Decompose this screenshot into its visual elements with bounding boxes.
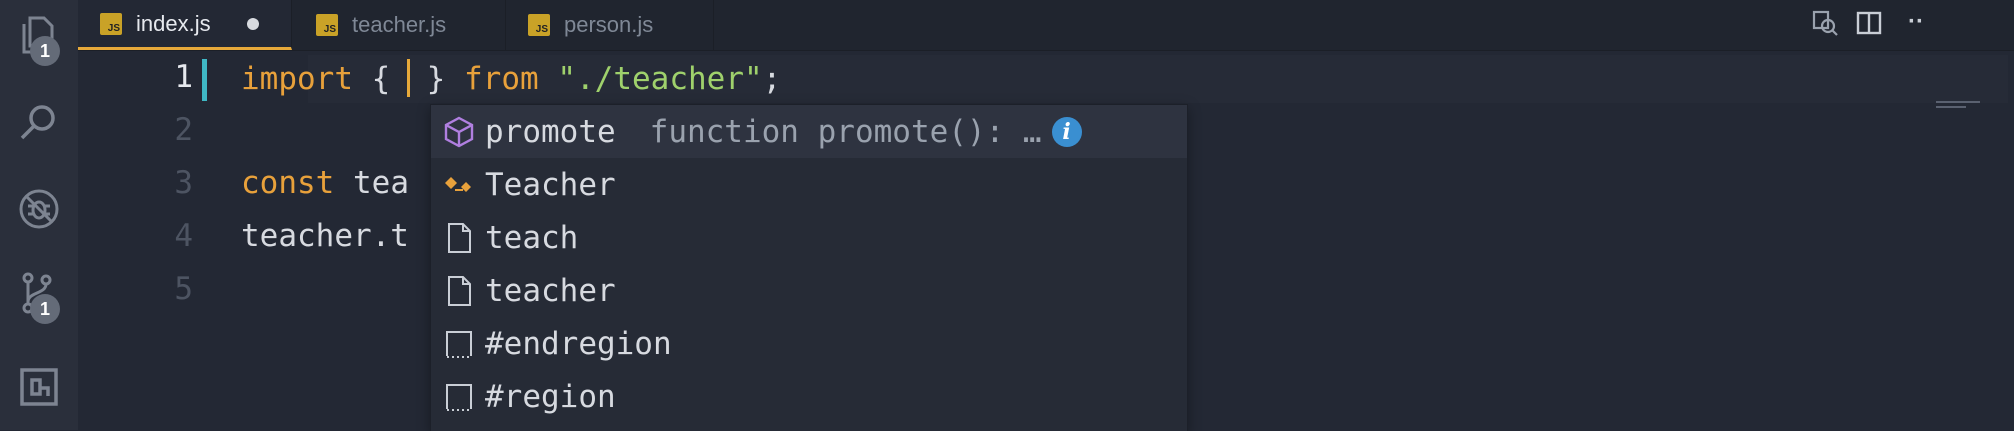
- suggestion-label: promote: [485, 113, 616, 150]
- keyword-import: import: [241, 61, 353, 97]
- snippet-icon: [446, 383, 472, 411]
- code-line-1[interactable]: import { } from "./teacher";: [241, 59, 781, 97]
- code-line-3[interactable]: const tea: [241, 165, 409, 201]
- suggestion-item[interactable]: promote function promote(): … i: [431, 105, 1187, 158]
- open-changes-button[interactable]: [1810, 8, 1840, 38]
- line-number: 2: [174, 112, 193, 148]
- class-icon: [445, 176, 471, 192]
- suggestion-label: #region: [485, 378, 616, 415]
- brace-close: }: [426, 61, 446, 97]
- source-control-button[interactable]: 1: [0, 258, 78, 328]
- js-file-icon: JS: [528, 14, 550, 36]
- suggestion-detail: function promote(): …: [649, 113, 1042, 150]
- tab-index-js[interactable]: JS index.js: [78, 0, 292, 50]
- identifier: tea: [353, 165, 409, 201]
- js-file-icon: JS: [100, 12, 122, 35]
- line-number: 5: [174, 271, 193, 307]
- line-number: 3: [174, 165, 193, 201]
- line-number: 1: [174, 59, 193, 95]
- extensions-icon: [20, 368, 58, 406]
- tab-teacher-js[interactable]: JS teacher.js: [292, 0, 506, 50]
- debug-button[interactable]: [0, 174, 78, 244]
- modified-line-marker: [202, 59, 207, 101]
- tab-label: index.js: [136, 10, 211, 36]
- code-line-4[interactable]: teacher.t: [241, 218, 409, 254]
- snippet-icon: [446, 330, 472, 358]
- brace-open: {: [371, 61, 391, 97]
- more-icon: ··: [1908, 8, 1924, 35]
- file-icon: [448, 275, 471, 306]
- tab-bar: JS index.js JS teacher.js JS person.js ·…: [78, 0, 2014, 51]
- extensions-button[interactable]: [0, 352, 78, 422]
- info-icon[interactable]: i: [1051, 116, 1082, 147]
- open-changes-icon: [1812, 10, 1838, 36]
- suggestion-label: teacher: [485, 272, 616, 309]
- js-file-icon: JS: [316, 14, 338, 36]
- semicolon: ;: [762, 61, 782, 97]
- search-icon: [20, 105, 55, 140]
- line-number: 4: [174, 218, 193, 254]
- tab-label: person.js: [564, 12, 654, 37]
- suggestion-label: teach: [485, 219, 579, 256]
- suggestion-item[interactable]: #endregion: [431, 317, 1187, 370]
- text-cursor: [407, 59, 410, 97]
- search-button[interactable]: [0, 88, 78, 158]
- autocomplete-suggest-widget: promote function promote(): … i Teacher …: [430, 104, 1188, 431]
- tab-person-js[interactable]: JS person.js: [506, 0, 714, 50]
- identifier: teacher.t: [241, 218, 409, 254]
- tab-label: teacher.js: [352, 12, 447, 37]
- unsaved-dot-icon[interactable]: [246, 17, 259, 30]
- file-icon: [448, 222, 471, 253]
- more-actions-button[interactable]: ··: [1908, 8, 1924, 36]
- scm-badge: 1: [30, 294, 60, 324]
- suggestion-item[interactable]: teacher: [431, 264, 1187, 317]
- suggestion-item[interactable]: Teacher: [431, 158, 1187, 211]
- explorer-button[interactable]: 1: [0, 0, 78, 70]
- activity-bar: 1 1: [0, 0, 78, 430]
- explorer-badge: 1: [30, 36, 60, 66]
- module-icon: [444, 116, 474, 147]
- minimap[interactable]: [1936, 101, 1982, 117]
- keyword-const: const: [241, 165, 335, 201]
- no-bug-icon: [19, 189, 59, 229]
- split-editor-icon: [1856, 11, 1882, 35]
- suggestion-item[interactable]: teach: [431, 211, 1187, 264]
- keyword-from: from: [464, 61, 539, 97]
- suggestion-label: Teacher: [485, 166, 616, 203]
- suggestion-item[interactable]: #region: [431, 370, 1187, 423]
- suggestion-label: #endregion: [485, 325, 672, 362]
- split-editor-button[interactable]: [1854, 8, 1884, 38]
- import-path-string: "./teacher": [557, 61, 763, 97]
